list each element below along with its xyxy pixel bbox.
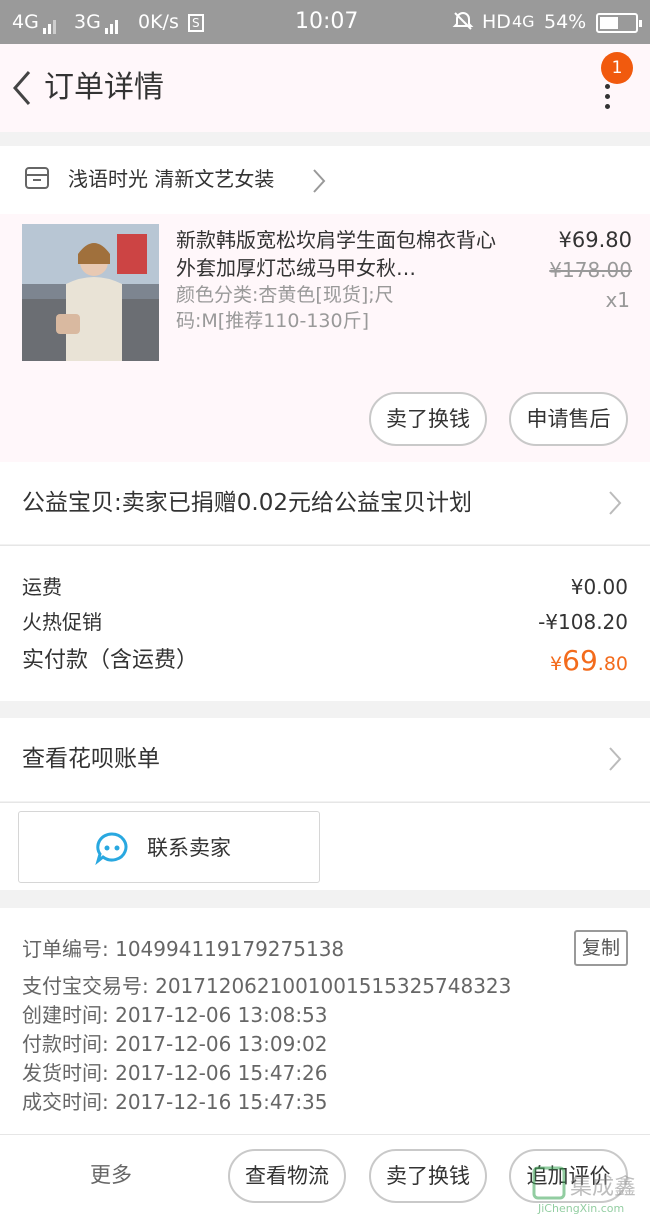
order-info: 订单编号: 104994119179275138 复制 支付宝交易号: 2017… xyxy=(0,908,650,1134)
product-image[interactable] xyxy=(22,224,159,361)
network-type-label: 4G xyxy=(12,11,39,33)
paid-decimal: .80 xyxy=(597,653,628,675)
net-speed: 0K/s xyxy=(138,11,179,33)
site-watermark-logo: 集成鑫 JiChengXin.com xyxy=(532,1166,636,1215)
chat-bubble-icon xyxy=(95,832,128,865)
shop-row[interactable]: 浅语时光 清新文艺女装 xyxy=(0,146,650,214)
paid-amount: ¥69.80 xyxy=(550,644,628,681)
network-indicator-1: 4G xyxy=(12,10,58,34)
signal-icon xyxy=(104,10,120,34)
nav-bar: 订单详情 1 xyxy=(0,44,650,132)
chevron-right-icon xyxy=(609,747,622,771)
paid-currency: ¥ xyxy=(550,653,563,675)
promo-label: 火热促销 xyxy=(22,610,102,634)
paid-integer: 69 xyxy=(562,644,598,677)
original-price: ¥178.00 xyxy=(549,258,632,282)
fee-summary: 运费 ¥0.00 火热促销 -¥108.20 实付款（含运费） ¥69.80 xyxy=(0,545,650,701)
product-sku: 颜色分类:杏黄色[现货];尺码:M[推荐110-130斤] xyxy=(176,284,394,332)
copy-button[interactable]: 复制 xyxy=(574,930,628,966)
contact-seller-label: 联系卖家 xyxy=(147,836,231,860)
shipping-label: 运费 xyxy=(22,575,62,599)
hd-label: HD xyxy=(482,11,511,33)
clock: 10:07 xyxy=(295,9,359,34)
order-number: 订单编号: 104994119179275138 xyxy=(22,937,345,961)
huabei-bill-label: 查看花呗账单 xyxy=(22,746,160,772)
shop-name: 浅语时光 清新文艺女装 xyxy=(68,167,275,191)
charity-text: 公益宝贝:卖家已捐赠0.02元给公益宝贝计划 xyxy=(22,490,472,516)
svg-text:集成鑫: 集成鑫 xyxy=(570,1175,636,1200)
more-button[interactable]: 更多 xyxy=(90,1159,132,1191)
network-type-label: 3G xyxy=(74,11,101,33)
notification-badge: 1 xyxy=(601,52,633,84)
shipping-value: ¥0.00 xyxy=(570,575,628,599)
created-time: 创建时间: 2017-12-06 13:08:53 xyxy=(22,1003,328,1027)
chevron-right-icon xyxy=(609,491,622,515)
battery-percent: 54% xyxy=(544,11,587,33)
status-bar: 4G 3G 0K/s S 10:07 HD 4G 54% xyxy=(0,0,650,44)
shipped-time: 发货时间: 2017-12-06 15:47:26 xyxy=(22,1061,328,1085)
paid-label: 实付款（含运费） xyxy=(22,648,199,673)
more-menu-icon[interactable] xyxy=(600,84,614,148)
store-icon xyxy=(25,167,49,189)
order-item[interactable]: 新款韩版宽松坎肩学生面包棉衣背心外套加厚灯芯绒马甲女秋… 颜色分类:杏黄色[现货… xyxy=(0,214,650,462)
product-price: ¥69.80 xyxy=(558,228,632,252)
battery-icon xyxy=(590,10,642,34)
paid-time: 付款时间: 2017-12-06 13:09:02 xyxy=(22,1032,328,1056)
s-icon-label: S xyxy=(188,13,204,32)
svg-text:JiChengXin.com: JiChengXin.com xyxy=(537,1202,624,1215)
resell-button[interactable]: 卖了换钱 xyxy=(369,392,487,446)
promo-value: -¥108.20 xyxy=(538,610,628,634)
back-arrow-icon[interactable] xyxy=(10,68,34,108)
contact-section: 联系卖家 xyxy=(0,802,650,890)
view-logistics-button[interactable]: 查看物流 xyxy=(228,1149,346,1203)
network-type-3: 4G xyxy=(512,12,535,31)
s-icon: S xyxy=(188,10,204,34)
contact-seller-button[interactable]: 联系卖家 xyxy=(18,811,320,883)
alarm-off-icon xyxy=(452,10,474,38)
resell-button[interactable]: 卖了换钱 xyxy=(369,1149,487,1203)
product-title[interactable]: 新款韩版宽松坎肩学生面包棉衣背心外套加厚灯芯绒马甲女秋… xyxy=(176,226,512,282)
alipay-trade-number: 支付宝交易号: 2017120621001001515325748323 xyxy=(22,974,512,998)
after-sale-button[interactable]: 申请售后 xyxy=(509,392,628,446)
product-quantity: x1 xyxy=(605,288,630,312)
completed-time: 成交时间: 2017-12-16 15:47:35 xyxy=(22,1090,328,1114)
charity-row[interactable]: 公益宝贝:卖家已捐赠0.02元给公益宝贝计划 xyxy=(0,462,650,544)
chevron-right-icon xyxy=(313,169,326,193)
signal-icon xyxy=(42,10,58,34)
network-indicator-2: 3G xyxy=(74,10,120,34)
page-title: 订单详情 xyxy=(44,70,164,105)
huabei-bill-row[interactable]: 查看花呗账单 xyxy=(0,718,650,801)
